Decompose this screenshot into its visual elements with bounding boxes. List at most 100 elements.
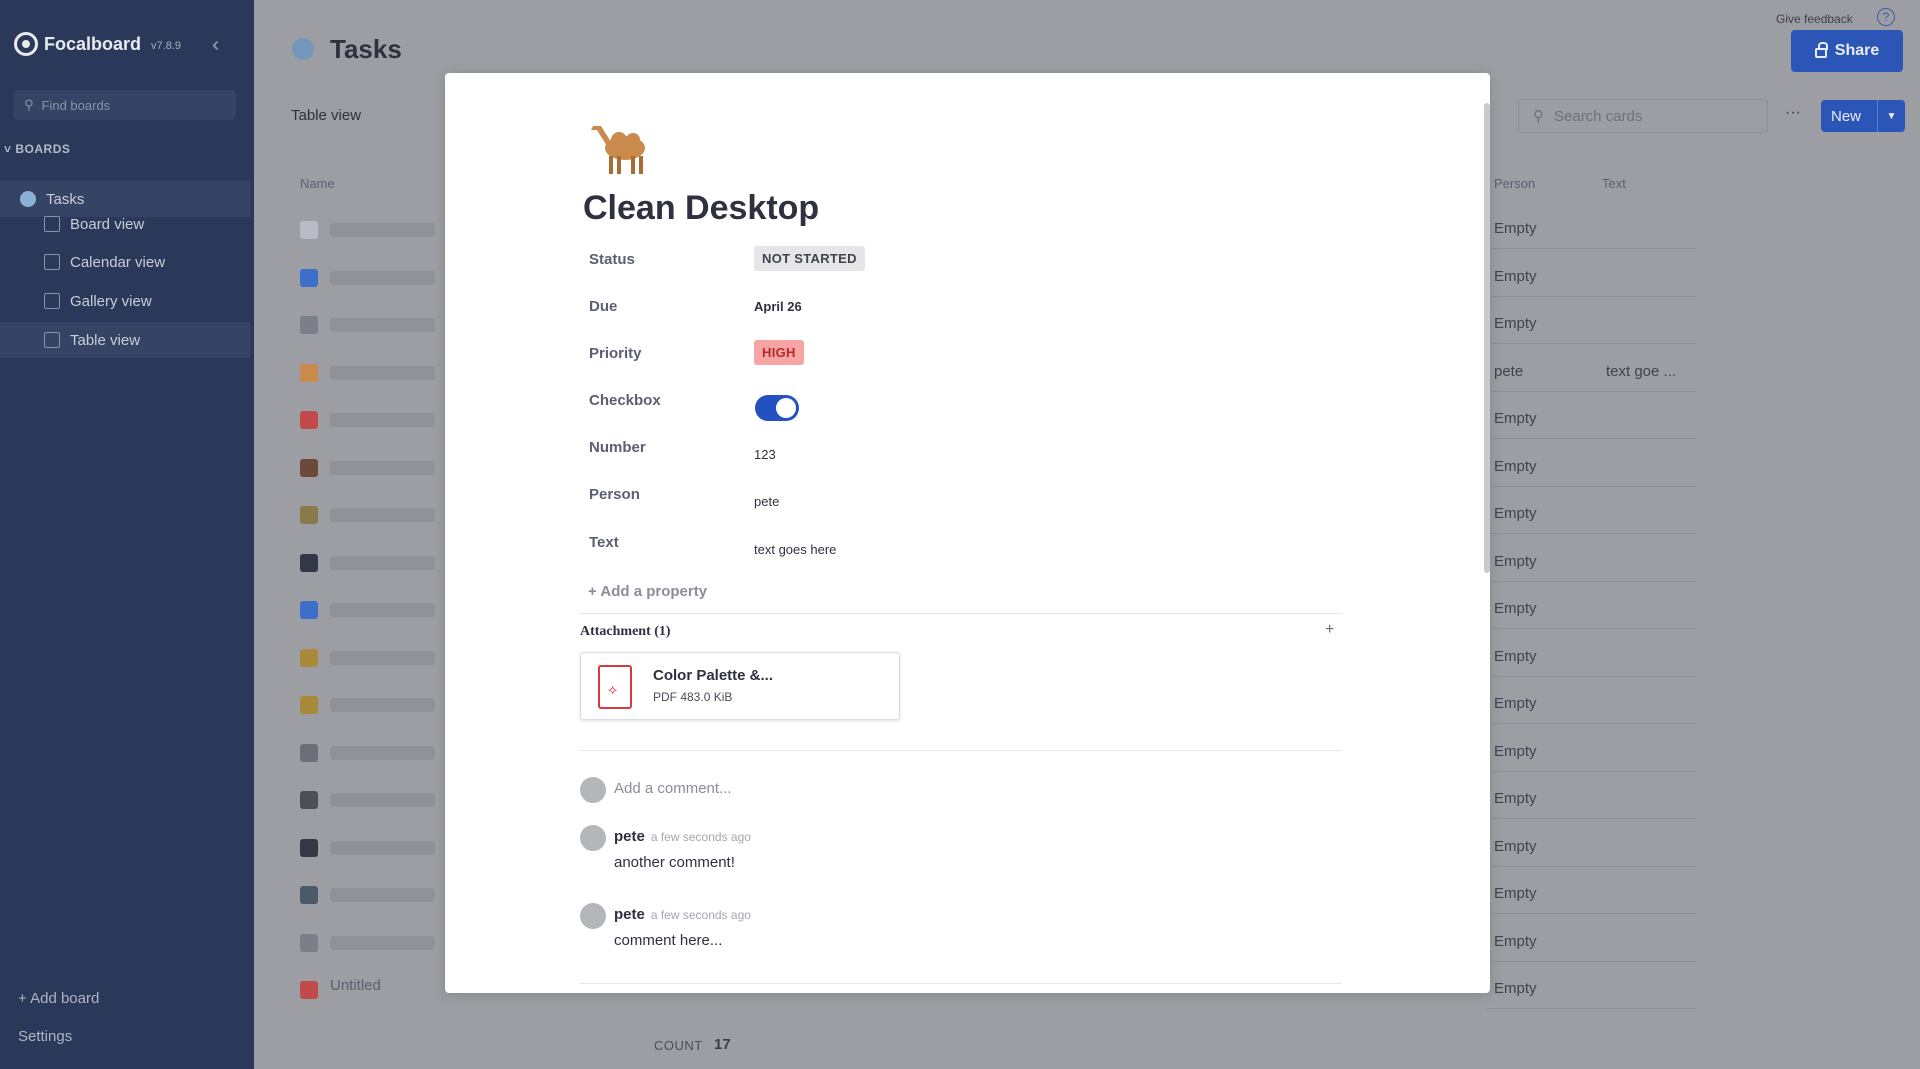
property-label-due[interactable]: Due (589, 298, 617, 315)
add-attachment-button[interactable]: + (1325, 621, 1334, 639)
comment-text: another comment! (614, 854, 735, 871)
pdf-file-icon (598, 665, 632, 709)
person-cell[interactable]: Empty (1494, 600, 1537, 617)
person-cell[interactable]: Empty (1494, 553, 1537, 570)
give-feedback-link[interactable]: Give feedback (1776, 12, 1853, 26)
person-cell[interactable]: Empty (1494, 458, 1537, 475)
person-cell[interactable]: Empty (1494, 268, 1537, 285)
add-board-button[interactable]: + Add board (18, 990, 99, 1007)
text-cell[interactable]: text goe ... (1606, 363, 1676, 380)
column-header-text[interactable]: Text (1602, 176, 1626, 191)
person-cell[interactable]: Empty (1494, 315, 1537, 332)
collapse-sidebar-icon[interactable]: ‹‹ (212, 34, 221, 57)
share-button[interactable]: Share (1791, 30, 1903, 72)
search-cards-input[interactable]: ⚲ Search cards (1518, 99, 1768, 133)
divider (580, 613, 1342, 614)
count-label: COUNT (654, 1038, 703, 1053)
table-row-name[interactable] (330, 650, 435, 665)
person-cell[interactable]: Empty (1494, 220, 1537, 237)
due-value[interactable]: April 26 (754, 299, 802, 314)
sidebar-item-board-view[interactable]: Board view (0, 206, 250, 242)
view-title[interactable]: Table view (291, 107, 361, 124)
more-options-button[interactable]: ··· (1785, 104, 1801, 122)
column-header-person[interactable]: Person (1494, 176, 1535, 191)
number-value[interactable]: 123 (754, 447, 776, 462)
status-value[interactable]: NOT STARTED (754, 246, 865, 271)
add-property-button[interactable]: + Add a property (588, 583, 707, 600)
person-cell[interactable]: Empty (1494, 410, 1537, 427)
property-label-status[interactable]: Status (589, 251, 635, 268)
property-label-person[interactable]: Person (589, 486, 640, 503)
person-cell[interactable]: pete (1494, 363, 1523, 380)
focalboard-logo-icon (14, 32, 38, 56)
table-row-name[interactable] (330, 508, 435, 522)
chevron-down-icon[interactable]: ▼ (1877, 100, 1905, 132)
lock-icon (1814, 42, 1828, 58)
attachment-file-name: Color Palette &... (653, 667, 774, 684)
brand[interactable]: Focalboard v7.8.9 (14, 32, 181, 56)
table-row-name[interactable] (330, 698, 435, 712)
add-comment-input[interactable]: Add a comment... (614, 780, 732, 797)
person-cell[interactable]: Empty (1494, 933, 1537, 950)
table-row-name[interactable] (330, 793, 435, 807)
sidebar-item-label: Tasks (46, 190, 85, 208)
brand-version: v7.8.9 (151, 39, 181, 52)
row-icon (300, 791, 318, 809)
person-cell[interactable]: Empty (1494, 885, 1537, 902)
table-row-name[interactable] (330, 888, 435, 902)
row-icon (300, 648, 318, 667)
table-row-name[interactable] (330, 603, 435, 617)
priority-badge: HIGH (754, 340, 804, 365)
column-header-name[interactable]: Name (300, 176, 335, 191)
sidebar-item-calendar-view[interactable]: Calendar view (0, 244, 250, 280)
person-cell[interactable]: Empty (1494, 838, 1537, 855)
person-cell[interactable]: Empty (1494, 743, 1537, 760)
avatar (580, 903, 606, 929)
find-boards-input[interactable]: ⚲ Find boards (14, 90, 236, 120)
row-icon (300, 981, 318, 999)
row-divider (1486, 580, 1696, 582)
sidebar-item-table-view[interactable]: Table view (0, 322, 250, 358)
card-title[interactable]: Clean Desktop (583, 189, 819, 228)
row-icon (300, 363, 318, 382)
boards-section-header[interactable]: ˅ BOARDS (4, 142, 70, 156)
property-label-checkbox[interactable]: Checkbox (589, 392, 661, 409)
row-divider (1486, 390, 1696, 392)
person-cell[interactable]: Empty (1494, 790, 1537, 807)
row-divider (1486, 960, 1696, 962)
property-label-priority[interactable]: Priority (589, 345, 642, 362)
table-row-name[interactable] (330, 840, 435, 855)
person-cell[interactable]: Empty (1494, 695, 1537, 712)
table-row-name[interactable] (330, 745, 435, 760)
table-row-name[interactable] (330, 270, 435, 285)
table-row-name[interactable] (330, 318, 435, 332)
camel-icon[interactable] (585, 118, 661, 178)
person-cell[interactable]: Empty (1494, 980, 1537, 997)
table-row-name[interactable] (330, 935, 435, 950)
new-card-button[interactable]: New ▼ (1821, 100, 1905, 132)
table-row-name[interactable] (330, 460, 435, 475)
person-value[interactable]: pete (754, 494, 779, 509)
priority-value[interactable]: HIGH (754, 340, 804, 365)
property-label-number[interactable]: Number (589, 439, 646, 456)
settings-button[interactable]: Settings (18, 1028, 72, 1045)
sidebar-item-gallery-view[interactable]: Gallery view (0, 283, 250, 319)
help-icon[interactable]: ? (1877, 8, 1895, 26)
search-icon: ⚲ (24, 97, 34, 112)
attachment-title: Attachment (1) (580, 624, 671, 639)
untitled-row-name[interactable]: Untitled (330, 977, 381, 994)
person-cell[interactable]: Empty (1494, 505, 1537, 522)
property-label-text[interactable]: Text (589, 534, 619, 551)
table-row-name[interactable] (330, 365, 435, 380)
table-view-icon (44, 332, 60, 348)
table-row-name[interactable] (330, 413, 435, 427)
search-icon: ⚲ (1533, 108, 1544, 125)
table-row-name[interactable] (330, 223, 435, 237)
attachment-card[interactable]: Color Palette &... PDF 483.0 KiB (580, 652, 900, 720)
checkbox-toggle[interactable] (755, 395, 799, 421)
person-cell[interactable]: Empty (1494, 648, 1537, 665)
text-value[interactable]: text goes here (754, 542, 836, 557)
scrollbar[interactable] (1484, 103, 1490, 573)
sidebar-item-label: Table view (70, 331, 141, 349)
table-row-name[interactable] (330, 555, 435, 570)
